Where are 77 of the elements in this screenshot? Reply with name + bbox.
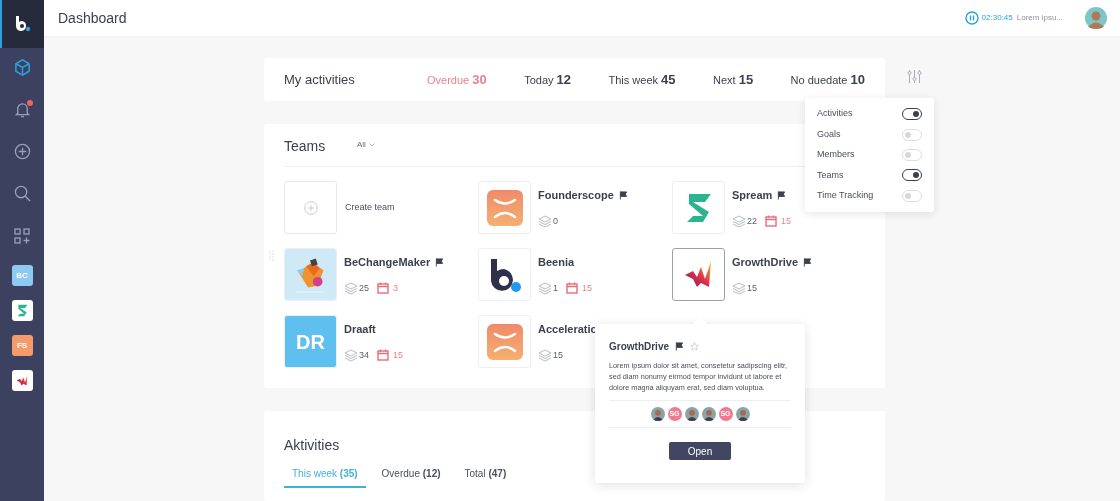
search-icon[interactable]	[13, 185, 31, 202]
team-name[interactable]: Acceleratio	[538, 321, 598, 338]
add-icon[interactable]	[13, 143, 31, 160]
menu-item-label: Activities	[817, 107, 853, 121]
popup-title: GrowthDrive	[609, 340, 669, 354]
add-icon	[303, 200, 318, 215]
flag-icon	[675, 342, 684, 351]
project-count: 15	[747, 281, 757, 295]
project-count: 25	[359, 281, 369, 295]
b-logo-icon	[15, 16, 31, 32]
filter-dropdown[interactable]: All	[357, 139, 375, 151]
card-title: My activities	[284, 70, 356, 89]
flag-icon	[618, 190, 628, 200]
calendar-icon	[765, 215, 777, 228]
activity-count[interactable]: Next 15	[712, 69, 754, 90]
menu-item-label: Goals	[817, 127, 841, 141]
member-avatar[interactable]	[650, 407, 665, 421]
team-name[interactable]: Spream	[732, 187, 773, 204]
activity-count[interactable]: No duedate 10	[790, 69, 865, 90]
due-count: 15	[582, 281, 593, 295]
team-shortcut[interactable]	[11, 300, 33, 321]
tab[interactable]: Total (47)	[456, 466, 515, 488]
project-count: 0	[553, 214, 558, 228]
cube-icon[interactable]	[13, 59, 31, 76]
member-avatar[interactable]	[684, 407, 699, 421]
chevron-down-icon	[368, 143, 375, 147]
calendar-icon	[566, 282, 578, 295]
layers-icon	[732, 281, 746, 295]
star-icon[interactable]	[690, 342, 699, 351]
member-avatar[interactable]	[735, 407, 750, 421]
timer-text: 02:30:45	[981, 12, 1013, 24]
card-title: Aktivities	[284, 437, 340, 453]
activity-count[interactable]: This week 45	[608, 69, 676, 90]
frown-logo-icon	[486, 323, 523, 360]
card-title: Teams	[284, 136, 327, 156]
create-team-label[interactable]: Create team	[345, 200, 395, 215]
frown-logo-icon	[486, 189, 523, 226]
calendar-icon	[377, 349, 389, 362]
menu-item-label: Teams	[817, 168, 844, 182]
project-count: 15	[553, 348, 563, 362]
layers-icon	[538, 348, 552, 362]
apps-icon[interactable]	[14, 227, 30, 244]
layers-icon	[538, 214, 552, 228]
task-text: Lorem ipsu...	[1016, 12, 1063, 24]
due-count: 15	[393, 348, 404, 362]
flag-icon	[803, 257, 812, 267]
due-count: 3	[393, 281, 399, 295]
team-shortcut[interactable]	[11, 370, 33, 391]
page-title: Dashboard	[58, 8, 127, 28]
team-name[interactable]: BeChangeMaker	[344, 254, 431, 271]
activity-count[interactable]: Today 12	[524, 69, 572, 90]
layers-icon	[538, 281, 552, 295]
flag-icon	[777, 190, 787, 200]
layers-icon	[344, 348, 358, 362]
bell-icon[interactable]	[13, 101, 31, 118]
project-count: 34	[359, 348, 369, 362]
member-avatar[interactable]	[701, 407, 716, 421]
project-count: 22	[747, 214, 757, 228]
team-name[interactable]: Beenia	[538, 254, 575, 271]
avatar[interactable]	[1085, 7, 1107, 29]
calendar-icon	[377, 282, 389, 295]
sliders-icon[interactable]	[907, 69, 922, 84]
team-name[interactable]: Draaft	[344, 321, 376, 338]
menu-item-label: Members	[817, 148, 855, 162]
open-button[interactable]: Open	[669, 442, 731, 460]
pause-icon[interactable]	[964, 11, 979, 25]
layers-icon	[732, 214, 746, 228]
app-logo[interactable]	[0, 0, 44, 48]
flag-icon	[435, 257, 445, 267]
team-name[interactable]: GrowthDrive	[732, 254, 798, 271]
team-name[interactable]: Founderscope	[538, 187, 614, 204]
create-team-tile[interactable]	[284, 181, 337, 234]
menu-item-label: Time Tracking	[817, 189, 874, 202]
project-count: 1	[553, 281, 558, 295]
due-count: 15	[781, 214, 792, 228]
layers-icon	[344, 281, 358, 295]
tab[interactable]: Overdue (12)	[373, 466, 449, 488]
